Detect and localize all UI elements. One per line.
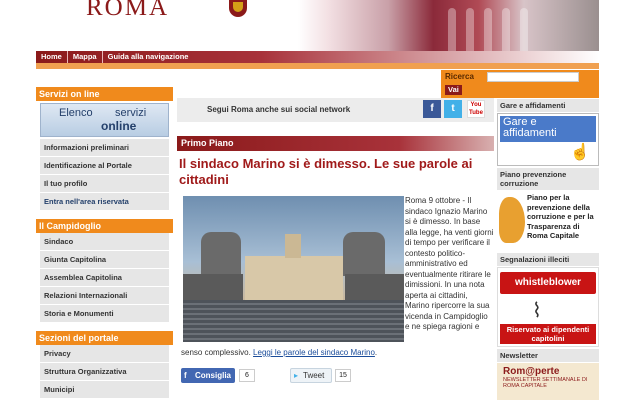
prevenzione-title: Piano prevenzione corruzione	[497, 168, 599, 190]
social-strip: Segui Roma anche sui social network f t …	[177, 98, 494, 122]
search-box: Ricerca Vai	[441, 70, 599, 98]
gare-banner-text: Gare e affidamenti	[500, 116, 596, 142]
tweet-button[interactable]: Tweet	[290, 368, 332, 383]
crest-icon	[229, 0, 247, 17]
menu-item-profilo[interactable]: Il tuo profilo	[40, 175, 169, 193]
tweet-count: 15	[335, 369, 351, 382]
facebook-count: 6	[239, 369, 255, 382]
campidoglio-title: Il Campidoglio	[36, 219, 173, 233]
facebook-like-button[interactable]: Consiglia	[181, 368, 235, 383]
menu-item-relazioni[interactable]: Relazioni Internazionali	[40, 287, 169, 305]
pointer-hand-icon: ☝	[570, 144, 590, 161]
left-sidebar: Servizi on line Elenco servizi online In…	[36, 87, 173, 399]
nav-home[interactable]: Home	[36, 51, 68, 63]
article-body: Roma 9 ottobre - Il sindaco Ignazio Mari…	[405, 196, 494, 331]
site-header: ROMA	[36, 0, 599, 51]
menu-item-area-riservata[interactable]: Entra nell'area riservata	[40, 193, 169, 211]
twitter-icon[interactable]: t	[444, 100, 462, 118]
search-label: Ricerca	[445, 72, 474, 81]
newsletter-title: Newsletter	[497, 349, 599, 362]
header-banner-image	[298, 0, 599, 51]
gare-banner[interactable]: Gare e affidamenti ☝	[497, 113, 599, 166]
servizi-banner-l2: servizi	[115, 107, 147, 119]
prevenzione-text: Piano per la prevenzione della corruzion…	[527, 193, 594, 240]
menu-item-struttura[interactable]: Struttura Organizzativa	[40, 363, 169, 381]
servizi-banner-l3: online	[101, 119, 137, 133]
map-icon	[499, 197, 525, 243]
servizi-banner-l1: Elenco	[59, 107, 93, 119]
site-logo[interactable]: ROMA	[86, 0, 169, 22]
whistle-icon: ⌇	[532, 300, 542, 322]
menu-item-sindaco[interactable]: Sindaco	[40, 233, 169, 251]
menu-item-municipi[interactable]: Municipi	[40, 381, 169, 399]
nav-mappa[interactable]: Mappa	[68, 51, 103, 63]
youtube-icon[interactable]: You Tube	[467, 100, 485, 118]
read-more-link[interactable]: Leggi le parole del sindaco Marino	[253, 348, 375, 357]
portale-title: Sezioni del portale	[36, 331, 173, 345]
campidoglio-photo[interactable]	[183, 196, 404, 342]
menu-item-assemblea[interactable]: Assemblea Capitolina	[40, 269, 169, 287]
facebook-icon[interactable]: f	[423, 100, 441, 118]
servizi-online-banner[interactable]: Elenco servizi online	[40, 103, 169, 137]
main-content: Segui Roma anche sui social network f t …	[177, 98, 494, 383]
search-input[interactable]	[487, 72, 579, 82]
menu-item-privacy[interactable]: Privacy	[40, 345, 169, 363]
newsletter-name: Rom@perte	[503, 366, 560, 377]
gare-title: Gare e affidamenti	[497, 99, 599, 112]
whistleblower-label: whistleblower	[500, 272, 596, 294]
article-headline[interactable]: Il sindaco Marino si è dimesso. Le sue p…	[179, 156, 494, 188]
whistleblower-banner[interactable]: whistleblower ⌇ Riservato ai dipendenti …	[497, 267, 599, 347]
article-body-end: senso complessivo.	[181, 348, 251, 357]
newsletter-subtitle: NEWSLETTER SETTIMANALE DI ROMA CAPITALE	[503, 377, 588, 389]
segnalazioni-title: Segnalazioni illeciti	[497, 253, 599, 266]
newsletter-banner[interactable]: Rom@perte NEWSLETTER SETTIMANALE DI ROMA…	[497, 363, 599, 400]
whistleblower-bottom: Riservato ai dipendenti capitolini	[500, 324, 596, 344]
menu-item-informazioni[interactable]: Informazioni preliminari	[40, 139, 169, 157]
prevenzione-banner[interactable]: Piano per la prevenzione della corruzion…	[497, 191, 599, 251]
top-navigation: Home Mappa Guida alla navigazione	[36, 51, 599, 63]
social-text: Segui Roma anche sui social network	[207, 105, 351, 114]
search-button[interactable]: Vai	[445, 85, 462, 95]
menu-item-giunta[interactable]: Giunta Capitolina	[40, 251, 169, 269]
nav-guida[interactable]: Guida alla navigazione	[103, 51, 194, 63]
menu-item-identificazione[interactable]: Identificazione al Portale	[40, 157, 169, 175]
right-sidebar: Gare e affidamenti Gare e affidamenti ☝ …	[497, 99, 599, 400]
menu-item-storia[interactable]: Storia e Monumenti	[40, 305, 169, 323]
article-body-cont: senso complessivo. Leggi le parole del s…	[181, 348, 378, 357]
primo-piano-header: Primo Piano	[177, 136, 494, 151]
header-divider	[36, 63, 599, 69]
servizi-title: Servizi on line	[36, 87, 173, 101]
